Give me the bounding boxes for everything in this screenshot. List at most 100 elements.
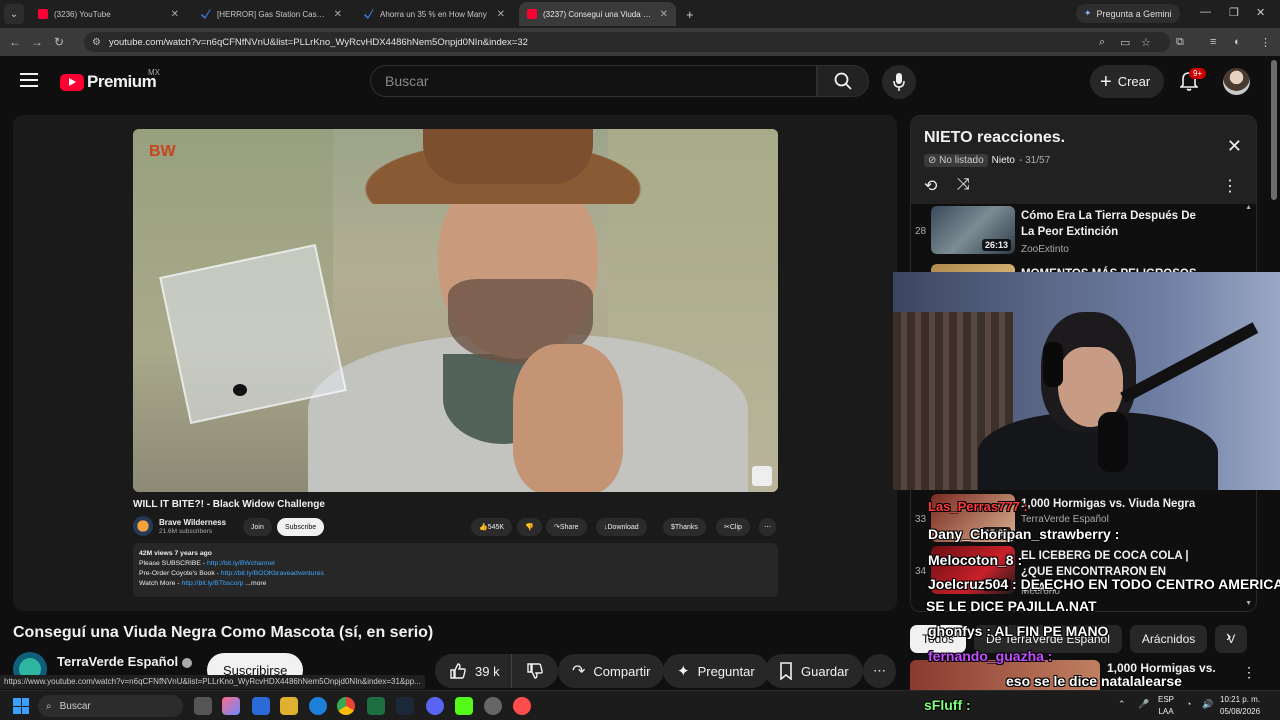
copilot-icon[interactable]: [222, 697, 240, 715]
playlist-item[interactable]: 28 26:13 Cómo Era La Tierra Después De L…: [911, 204, 1256, 260]
like-button[interactable]: 39 k: [435, 654, 514, 688]
restore-button[interactable]: ❐: [1229, 6, 1239, 19]
app-icon[interactable]: [484, 697, 502, 715]
back-icon[interactable]: ←: [4, 35, 26, 49]
mic-arm: [1120, 322, 1259, 404]
excel-icon[interactable]: [367, 697, 385, 715]
account-avatar[interactable]: [1223, 68, 1250, 95]
shuffle-icon[interactable]: ⤨: [957, 176, 970, 194]
search-input[interactable]: Buscar: [370, 65, 817, 97]
gemini-button[interactable]: ✦ Pregunta a Gemini: [1076, 4, 1180, 23]
share-button[interactable]: ↷ Compartir: [558, 654, 665, 688]
embedded-more-icon[interactable]: ⋯: [759, 518, 776, 536]
embedded-like-button[interactable]: 👍 545K: [471, 518, 513, 536]
minimize-button[interactable]: —: [1200, 6, 1211, 18]
voice-search-button[interactable]: [882, 65, 916, 99]
dislike-button[interactable]: [511, 654, 558, 688]
steam-icon[interactable]: [396, 697, 414, 715]
share-icon: ↷: [572, 663, 586, 680]
scroll-down-icon[interactable]: ▼: [1245, 600, 1252, 607]
url-field[interactable]: ⚙ youtube.com/watch?v=n6qCFNfNVnU&list=P…: [84, 32, 1170, 52]
store-icon[interactable]: [252, 697, 270, 715]
page-scrollbar[interactable]: [1271, 60, 1277, 200]
wifi-icon[interactable]: ◔: [1186, 699, 1191, 709]
hamburger-menu-icon[interactable]: [20, 73, 38, 91]
search-icon: [834, 72, 852, 90]
language-indicator[interactable]: ESP LAA: [1158, 694, 1174, 718]
tray-mic-icon[interactable]: 🎤: [1138, 699, 1149, 710]
more-link[interactable]: ...more: [245, 580, 266, 587]
create-button[interactable]: + Crear: [1090, 65, 1165, 98]
kick-icon[interactable]: [455, 697, 473, 715]
task-view-icon[interactable]: [194, 697, 212, 715]
clock[interactable]: 10:21 p. m. 05/08/2026: [1220, 694, 1260, 718]
close-icon[interactable]: ✕: [334, 9, 342, 20]
reading-list-icon[interactable]: ≡: [1210, 36, 1216, 48]
youtube-logo[interactable]: Premium: [60, 72, 157, 92]
save-button[interactable]: Guardar: [765, 654, 863, 688]
ask-button[interactable]: ✦ Preguntar: [663, 654, 769, 688]
close-icon[interactable]: ✕: [1227, 136, 1242, 157]
verified-icon: [182, 657, 193, 668]
chevron-right-icon[interactable]: ›: [1226, 628, 1231, 646]
close-icon[interactable]: ✕: [171, 9, 179, 20]
edge-icon[interactable]: [309, 697, 327, 715]
discord-icon[interactable]: [426, 697, 444, 715]
book-link[interactable]: http://bit.ly/BOOKbraveadventures: [221, 570, 324, 577]
unlisted-badge: ⊘ No listado: [924, 154, 988, 167]
tray-chevron-icon[interactable]: ⌃: [1118, 699, 1126, 710]
app-icon[interactable]: [513, 697, 531, 715]
status-bar-url: https://www.youtube.com/watch?v=n6qCFNfN…: [0, 675, 425, 689]
profile-icon[interactable]: ◐: [1234, 36, 1241, 48]
chrome-icon[interactable]: [337, 697, 355, 715]
chat-message: ghonfys : AL FIN PE MANO: [928, 623, 1109, 639]
channel-name[interactable]: TerraVerde Español: [57, 654, 193, 669]
menu-icon[interactable]: ⋮: [1260, 36, 1271, 49]
cast-icon[interactable]: ▭: [1120, 36, 1130, 49]
loop-icon[interactable]: ⟲: [924, 176, 937, 196]
subscribe-link[interactable]: http://bit.ly/BWchannel: [207, 560, 275, 567]
embedded-channel-avatar[interactable]: [133, 516, 153, 536]
tab-search-button[interactable]: ⌄: [4, 4, 24, 24]
next-video-more-icon[interactable]: ⋮: [1242, 664, 1256, 681]
screen: ⌄ (3236) YouTube ✕ [HERROR] Gas Station …: [0, 0, 1280, 720]
embedded-subscribe-button[interactable]: Subscribe: [277, 518, 325, 536]
tab-ahorra[interactable]: Ahorra un 35 % en How Many ✕: [356, 2, 513, 26]
search-button[interactable]: [817, 65, 869, 97]
embedded-join-button[interactable]: Join: [243, 518, 272, 536]
embedded-description[interactable]: 42M views 7 years ago Please SUBSCRIBE -…: [133, 543, 778, 597]
tab-herror[interactable]: [HERROR] Gas Station Case en ✕: [193, 2, 350, 26]
extensions-icon[interactable]: ⧉: [1176, 36, 1184, 49]
new-tab-button[interactable]: +: [686, 7, 694, 22]
more-actions-icon[interactable]: ⋯: [863, 654, 896, 688]
chip-arachnids[interactable]: Arácnidos: [1129, 625, 1208, 653]
close-window-button[interactable]: ✕: [1256, 6, 1265, 19]
site-info-icon[interactable]: ⚙: [92, 37, 101, 48]
playlist-title[interactable]: NIETO reacciones.: [924, 129, 1065, 147]
file-explorer-icon[interactable]: [280, 697, 298, 715]
bookmark-star-icon[interactable]: ☆: [1141, 36, 1151, 49]
zoom-icon[interactable]: ⌕: [1099, 36, 1105, 49]
embedded-dislike-button[interactable]: 👎: [517, 518, 542, 536]
reload-icon[interactable]: ↻: [48, 35, 70, 49]
forward-icon[interactable]: →: [26, 35, 48, 49]
tab-youtube-home[interactable]: (3236) YouTube ✕: [30, 2, 187, 26]
embedded-channel-name[interactable]: Brave Wilderness: [159, 518, 226, 527]
windows-start-icon[interactable]: [13, 698, 29, 714]
close-icon[interactable]: ✕: [497, 9, 505, 20]
taskbar-search[interactable]: ⌕ Buscar: [38, 695, 183, 717]
embedded-clip-label: Clip: [729, 523, 742, 531]
volume-icon[interactable]: 🔊: [1202, 699, 1213, 710]
video-frame[interactable]: BW: [133, 129, 778, 492]
channel-watermark-icon[interactable]: [752, 466, 772, 486]
embedded-download-button[interactable]: ↓ Download: [596, 518, 647, 536]
close-icon[interactable]: ✕: [660, 9, 668, 20]
share-label: Compartir: [593, 663, 651, 679]
embedded-share-button[interactable]: ↷ Share: [546, 518, 587, 536]
playlist-owner[interactable]: Nieto: [992, 155, 1015, 166]
playlist-more-icon[interactable]: ⋮: [1222, 176, 1238, 196]
watch-more-link[interactable]: http://bit.ly/BTbscorp: [181, 580, 243, 587]
embedded-thanks-button[interactable]: $ Thanks: [663, 518, 706, 536]
tab-current-video[interactable]: (3237) Conseguí una Viuda Neg ✕: [519, 2, 676, 26]
embedded-clip-button[interactable]: ✂ Clip: [716, 518, 750, 536]
